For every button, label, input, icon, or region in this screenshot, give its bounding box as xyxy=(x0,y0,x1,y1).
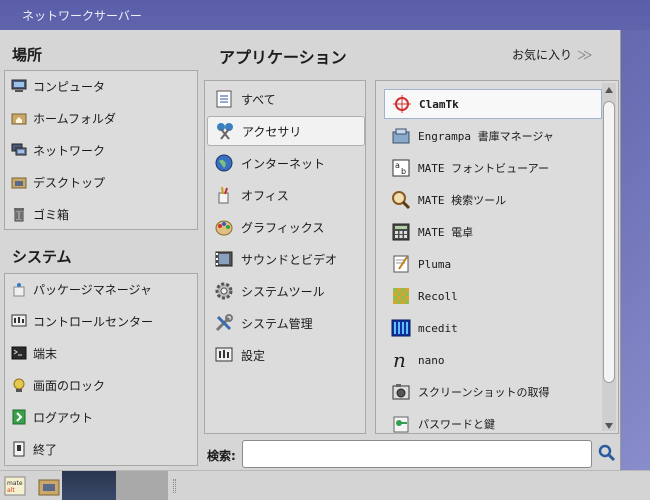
nano-icon: n xyxy=(390,349,412,371)
home-folder-icon xyxy=(11,110,27,126)
favorites-label: お気に入り xyxy=(512,48,573,62)
app-clamtk[interactable]: ClamTk xyxy=(384,89,602,119)
app-passwords-keys[interactable]: パスワードと鍵 xyxy=(384,409,602,433)
clamtk-icon xyxy=(391,93,413,115)
system-tools-icon xyxy=(213,280,235,302)
place-home-folder[interactable]: ホームフォルダ xyxy=(5,103,197,133)
category-system-admin[interactable]: システム管理 xyxy=(207,308,365,338)
app-calculator[interactable]: MATE 電卓 xyxy=(384,217,602,247)
menu-launcher-icon[interactable]: mate alt xyxy=(4,476,26,496)
package-icon xyxy=(11,281,27,297)
file-manager-icon[interactable] xyxy=(38,476,60,496)
computer-icon xyxy=(11,78,27,94)
taskbar: mate alt xyxy=(0,470,650,500)
system-lock-screen[interactable]: 画面のロック xyxy=(5,370,197,400)
app-recoll[interactable]: Recoll xyxy=(384,281,602,311)
pluma-icon xyxy=(390,253,412,275)
internet-icon xyxy=(213,152,235,174)
accessories-icon xyxy=(214,120,236,142)
window-title: ネットワークサーバー xyxy=(22,9,142,23)
lock-screen-icon xyxy=(11,377,27,393)
category-list: すべて アクセサリ インターネット オフィス グラフィックス サウンドとビデオ … xyxy=(204,80,366,434)
app-search-tool[interactable]: MATE 検索ツール xyxy=(384,185,602,215)
calculator-icon xyxy=(390,221,412,243)
app-engrampa[interactable]: Engrampa 書庫マネージャ xyxy=(384,121,602,151)
search-icon[interactable] xyxy=(598,444,616,462)
svg-text:b: b xyxy=(401,167,406,176)
app-list-scrollbar[interactable] xyxy=(602,83,616,431)
scroll-up-icon[interactable] xyxy=(605,87,613,93)
settings-icon xyxy=(213,344,235,366)
terminal-icon xyxy=(11,345,27,361)
panel-handle[interactable] xyxy=(173,479,176,493)
system-admin-icon xyxy=(213,312,235,334)
mcedit-icon xyxy=(390,317,412,339)
app-mcedit[interactable]: mcedit xyxy=(384,313,602,343)
system-control-center[interactable]: コントロールセンター xyxy=(5,306,197,336)
system-terminal[interactable]: 端末 xyxy=(5,338,197,368)
shutdown-icon xyxy=(11,441,27,457)
applications-title: アプリケーション xyxy=(219,48,347,67)
svg-text:n: n xyxy=(393,350,406,370)
place-computer[interactable]: コンピュータ xyxy=(5,71,197,101)
workspace-2[interactable] xyxy=(116,471,168,500)
system-list: パッケージマネージャ コントロールセンター 端末 画面のロック ログアウト 終了 xyxy=(4,273,198,466)
font-viewer-icon: ab xyxy=(390,157,412,179)
app-pluma[interactable]: Pluma xyxy=(384,249,602,279)
desktop-folder-icon xyxy=(11,174,27,190)
system-title: システム xyxy=(12,248,72,266)
recoll-icon xyxy=(390,285,412,307)
svg-text:mate: mate xyxy=(7,480,23,487)
category-internet[interactable]: インターネット xyxy=(207,148,365,178)
workspace-1[interactable] xyxy=(62,471,116,500)
graphics-icon xyxy=(213,216,235,238)
search-label: 検索: xyxy=(207,449,236,463)
system-logout[interactable]: ログアウト xyxy=(5,402,197,432)
places-title: 場所 xyxy=(12,46,43,64)
screenshot-icon xyxy=(390,381,412,403)
scroll-thumb[interactable] xyxy=(603,101,615,383)
desktop-background: ネットワークサーバー xyxy=(0,0,650,30)
application-menu: 場所 コンピュータ ホームフォルダ ネットワーク デスクトップ ゴミ箱 システム… xyxy=(0,30,621,470)
app-screenshot[interactable]: スクリーンショットの取得 xyxy=(384,377,602,407)
category-accessories[interactable]: アクセサリ xyxy=(207,116,365,146)
svg-text:alt: alt xyxy=(7,487,15,494)
app-nano[interactable]: n nano xyxy=(384,345,602,375)
app-list: ClamTk Engrampa 書庫マネージャ ab MATE フォントビューア… xyxy=(375,80,619,434)
control-center-icon xyxy=(11,313,27,329)
app-font-viewer[interactable]: ab MATE フォントビューアー xyxy=(384,153,602,183)
all-icon xyxy=(213,88,235,110)
place-desktop[interactable]: デスクトップ xyxy=(5,167,197,197)
engrampa-icon xyxy=(390,125,412,147)
office-icon xyxy=(213,184,235,206)
system-shutdown[interactable]: 終了 xyxy=(5,434,197,464)
category-sound-video[interactable]: サウンドとビデオ xyxy=(207,244,365,274)
scroll-down-icon[interactable] xyxy=(605,423,613,429)
search-tool-icon xyxy=(390,189,412,211)
network-icon xyxy=(11,142,27,158)
passwords-keys-icon xyxy=(390,413,412,433)
category-office[interactable]: オフィス xyxy=(207,180,365,210)
place-network[interactable]: ネットワーク xyxy=(5,135,197,165)
svg-text:a: a xyxy=(395,161,400,170)
system-package-manager[interactable]: パッケージマネージャ xyxy=(5,274,197,304)
trash-icon xyxy=(11,206,27,222)
places-list: コンピュータ ホームフォルダ ネットワーク デスクトップ ゴミ箱 xyxy=(4,70,198,230)
logout-icon xyxy=(11,409,27,425)
sound-video-icon xyxy=(213,248,235,270)
category-graphics[interactable]: グラフィックス xyxy=(207,212,365,242)
place-trash[interactable]: ゴミ箱 xyxy=(5,199,197,229)
category-settings[interactable]: 設定 xyxy=(207,340,365,370)
arrow-right-icon xyxy=(576,48,594,62)
favorites-button[interactable]: お気に入り xyxy=(512,46,594,63)
category-system-tools[interactable]: システムツール xyxy=(207,276,365,306)
category-all[interactable]: すべて xyxy=(207,84,365,114)
search-input[interactable] xyxy=(242,440,592,468)
